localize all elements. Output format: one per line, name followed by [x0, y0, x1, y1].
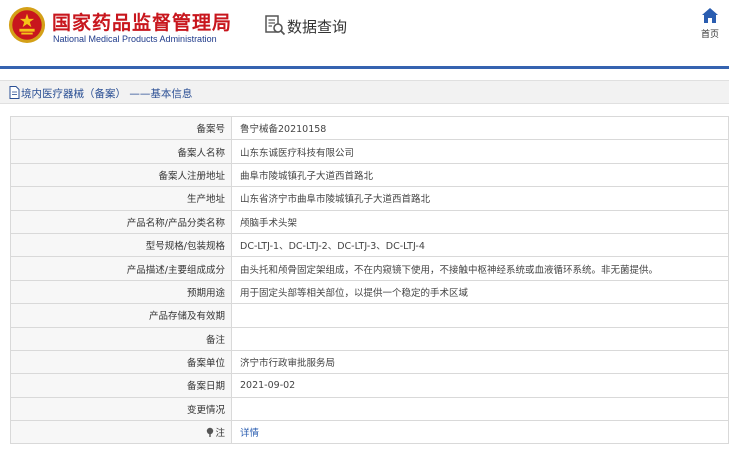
- table-row: 备案日期 2021-09-02: [10, 373, 729, 398]
- field-value: 2021-09-02: [231, 373, 729, 398]
- table-row: 生产地址 山东省济宁市曲阜市陵城镇孔子大道西首路北: [10, 186, 729, 211]
- org-name: 国家药品监督管理局: [52, 12, 233, 34]
- field-value: 济宁市行政审批服务局: [231, 349, 729, 375]
- field-label: 备注: [10, 326, 232, 351]
- field-label: 备案日期: [10, 373, 232, 398]
- table-row: 产品名称/产品分类名称 颅脑手术头架: [10, 209, 729, 234]
- field-value: 用于固定头部等相关部位，以提供一个稳定的手术区域: [231, 279, 729, 305]
- field-value: [231, 326, 729, 351]
- site-header: 国家药品监督管理局 National Medical Products Admi…: [0, 0, 729, 66]
- note-value-cell: 详情: [231, 420, 729, 445]
- table-row: 备案人注册地址 曲阜市陵城镇孔子大道西首路北: [10, 162, 729, 188]
- table-row: 备注: [10, 326, 729, 351]
- table-row: 变更情况: [10, 396, 729, 422]
- field-label: 备案单位: [10, 349, 232, 375]
- note-label-cell: 注: [10, 420, 232, 445]
- details-link[interactable]: 详情: [240, 428, 259, 439]
- org-name-en: National Medical Products Administration: [53, 34, 217, 44]
- breadcrumb: 境内医疗器械（备案） ——基本信息: [0, 80, 729, 104]
- home-label: 首页: [700, 30, 719, 40]
- table-row: 产品描述/主要组成成分 由头托和颅骨固定架组成，不在内窥镜下使用，不接触中枢神经…: [10, 256, 729, 281]
- field-label: 备案人名称: [10, 139, 232, 164]
- field-label: 备案号: [10, 115, 232, 141]
- field-value: DC-LTJ-1、DC-LTJ-2、DC-LTJ-3、DC-LTJ-4: [231, 232, 729, 258]
- field-value: 鲁宁械备20210158: [231, 115, 729, 141]
- field-label: 预期用途: [10, 279, 232, 305]
- table-row: 型号规格/包装规格 DC-LTJ-1、DC-LTJ-2、DC-LTJ-3、DC-…: [10, 232, 729, 258]
- table-row: 备案人名称 山东东诚医疗科技有限公司: [10, 139, 729, 164]
- field-value: 山东省济宁市曲阜市陵城镇孔子大道西首路北: [231, 186, 729, 211]
- field-label: 型号规格/包装规格: [10, 232, 232, 258]
- breadcrumb-text: 境内医疗器械（备案） ——基本信息: [21, 88, 193, 100]
- national-emblem-icon: [8, 6, 46, 44]
- field-value: 山东东诚医疗科技有限公司: [231, 139, 729, 164]
- table-row: 备案单位 济宁市行政审批服务局: [10, 349, 729, 375]
- field-label: 产品名称/产品分类名称: [10, 209, 232, 234]
- field-value: [231, 396, 729, 422]
- table-row: 产品存储及有效期: [10, 303, 729, 328]
- document-icon: [9, 86, 20, 99]
- field-label: 备案人注册地址: [10, 162, 232, 188]
- header-divider: [0, 66, 729, 69]
- field-value: 颅脑手术头架: [231, 209, 729, 234]
- field-label: 生产地址: [10, 186, 232, 211]
- note-bullet-icon: [207, 428, 214, 438]
- field-label: 变更情况: [10, 396, 232, 422]
- search-document-icon: [265, 15, 286, 36]
- field-value: 由头托和颅骨固定架组成，不在内窥镜下使用，不接触中枢神经系统或血液循环系统。非无…: [231, 256, 729, 281]
- field-value: [231, 303, 729, 328]
- detail-table: 备案号 鲁宁械备20210158 备案人名称 山东东诚医疗科技有限公司 备案人注…: [10, 115, 729, 445]
- table-row: 预期用途 用于固定头部等相关部位，以提供一个稳定的手术区域: [10, 279, 729, 305]
- home-link[interactable]: 首页: [695, 8, 725, 40]
- home-icon: [702, 8, 718, 23]
- table-row: 备案号 鲁宁械备20210158: [10, 115, 729, 141]
- page-title: 数据查询: [287, 18, 348, 36]
- field-label: 产品描述/主要组成成分: [10, 256, 232, 281]
- field-value: 曲阜市陵城镇孔子大道西首路北: [231, 162, 729, 188]
- table-row: 注 详情: [10, 420, 729, 445]
- field-label: 产品存储及有效期: [10, 303, 232, 328]
- field-label: 注: [215, 428, 225, 440]
